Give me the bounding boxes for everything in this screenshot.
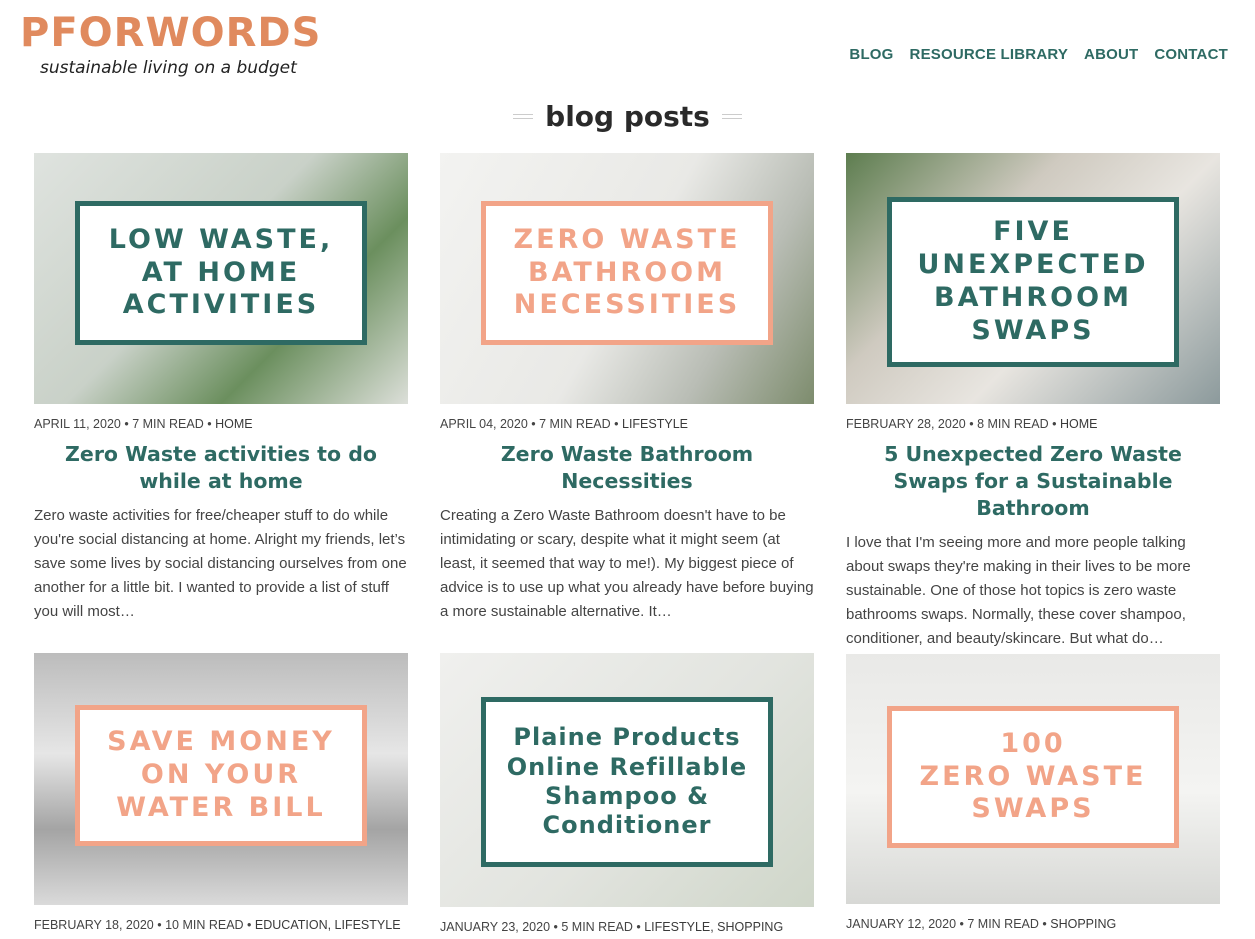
main-nav: BLOG RESOURCE LIBRARY ABOUT CONTACT [849, 46, 1228, 63]
divider [721, 114, 742, 119]
thumbnail-text: Plaine Products Online Refillable Shampo… [506, 723, 748, 840]
logo-tagline: sustainable living on a budget [40, 58, 297, 78]
post-meta: JANUARY 12, 2020 • 7 MIN READ • SHOPPING [846, 917, 1117, 931]
post-category-link[interactable]: LIFESTYLE, SHOPPING [644, 920, 783, 934]
post-date: APRIL 04, 2020 [440, 417, 528, 431]
post-card[interactable]: Plaine Products Online Refillable Shampo… [440, 653, 814, 934]
nav-blog[interactable]: BLOG [849, 46, 893, 63]
post-excerpt: Creating a Zero Waste Bathroom doesn't h… [440, 507, 814, 620]
nav-about[interactable]: ABOUT [1084, 46, 1138, 63]
post-meta: JANUARY 23, 2020 • 5 MIN READ • LIFESTYL… [440, 920, 784, 934]
post-thumbnail[interactable]: ZERO WASTE BATHROOM NECESSITIES [440, 153, 814, 404]
thumbnail-banner: Plaine Products Online Refillable Shampo… [481, 697, 773, 867]
post-title[interactable]: 5 Unexpected Zero Waste Swaps for a Sust… [846, 441, 1220, 522]
post-read-time: 8 MIN READ [977, 417, 1049, 431]
post-meta: FEBRUARY 28, 2020 • 8 MIN READ • HOME [846, 417, 1098, 431]
thumbnail-text: ZERO WASTE BATHROOM NECESSITIES [513, 223, 741, 321]
thumbnail-text: SAVE MONEY ON YOUR WATER BILL [107, 726, 335, 823]
post-title[interactable]: Zero Waste Bathroom Necessities [440, 441, 814, 495]
post-excerpt: I love that I'm seeing more and more peo… [846, 534, 1191, 647]
post-meta: FEBRUARY 18, 2020 • 10 MIN READ • EDUCAT… [34, 918, 401, 932]
logo-title[interactable]: PFORWORDS [20, 10, 320, 56]
post-card[interactable]: 100 ZERO WASTE SWAPS JANUARY 12, 2020 • … [846, 654, 1220, 931]
post-thumbnail[interactable]: Plaine Products Online Refillable Shampo… [440, 653, 814, 907]
post-meta: APRIL 11, 2020 • 7 MIN READ • HOME [34, 417, 253, 431]
post-category-link[interactable]: SHOPPING [1050, 917, 1116, 931]
post-thumbnail[interactable]: LOW WASTE, AT HOME ACTIVITIES [34, 153, 408, 404]
post-category-link[interactable]: LIFESTYLE [622, 417, 688, 431]
section-title: blog posts [545, 100, 710, 133]
post-category-link[interactable]: HOME [215, 417, 253, 431]
thumbnail-text: FIVE UNEXPECTED BATHROOM SWAPS [917, 216, 1149, 346]
nav-resource-library[interactable]: RESOURCE LIBRARY [910, 46, 1069, 63]
thumbnail-banner: SAVE MONEY ON YOUR WATER BILL [75, 705, 367, 846]
post-date: APRIL 11, 2020 [34, 417, 121, 431]
post-thumbnail[interactable]: FIVE UNEXPECTED BATHROOM SWAPS [846, 153, 1220, 404]
post-read-time: 7 MIN READ [967, 917, 1039, 931]
thumbnail-banner: FIVE UNEXPECTED BATHROOM SWAPS [887, 197, 1179, 367]
post-card[interactable]: LOW WASTE, AT HOME ACTIVITIES APRIL 11, … [34, 153, 408, 624]
thumbnail-banner: 100 ZERO WASTE SWAPS [887, 706, 1179, 848]
post-card[interactable]: ZERO WASTE BATHROOM NECESSITIES APRIL 04… [440, 153, 814, 624]
nav-contact[interactable]: CONTACT [1154, 46, 1228, 63]
thumbnail-banner: ZERO WASTE BATHROOM NECESSITIES [481, 201, 773, 345]
post-read-time: 7 MIN READ [132, 417, 204, 431]
post-read-time: 5 MIN READ [561, 920, 633, 934]
thumbnail-text: LOW WASTE, AT HOME ACTIVITIES [108, 223, 334, 321]
post-excerpt: Zero waste activities for free/cheaper s… [34, 507, 407, 620]
post-category-link[interactable]: HOME [1060, 417, 1098, 431]
post-meta: APRIL 04, 2020 • 7 MIN READ • LIFESTYLE [440, 417, 688, 431]
post-date: JANUARY 12, 2020 [846, 917, 957, 931]
post-card[interactable]: FIVE UNEXPECTED BATHROOM SWAPS FEBRUARY … [846, 153, 1220, 651]
post-title[interactable]: Zero Waste activities to do while at hom… [34, 441, 408, 495]
post-thumbnail[interactable]: 100 ZERO WASTE SWAPS [846, 654, 1220, 904]
thumbnail-banner: LOW WASTE, AT HOME ACTIVITIES [75, 201, 367, 345]
post-category-link[interactable]: EDUCATION, LIFESTYLE [255, 918, 401, 932]
post-card[interactable]: SAVE MONEY ON YOUR WATER BILL FEBRUARY 1… [34, 653, 408, 932]
post-thumbnail[interactable]: SAVE MONEY ON YOUR WATER BILL [34, 653, 408, 905]
section-header: blog posts [0, 100, 1255, 133]
post-date: FEBRUARY 28, 2020 [846, 417, 966, 431]
post-read-time: 10 MIN READ [165, 918, 244, 932]
post-date: FEBRUARY 18, 2020 [34, 918, 154, 932]
divider [513, 114, 534, 119]
post-date: JANUARY 23, 2020 [440, 920, 551, 934]
thumbnail-text: 100 ZERO WASTE SWAPS [919, 727, 1147, 825]
post-read-time: 7 MIN READ [539, 417, 611, 431]
site-logo[interactable]: PFORWORDS sustainable living on a budget [20, 10, 320, 78]
